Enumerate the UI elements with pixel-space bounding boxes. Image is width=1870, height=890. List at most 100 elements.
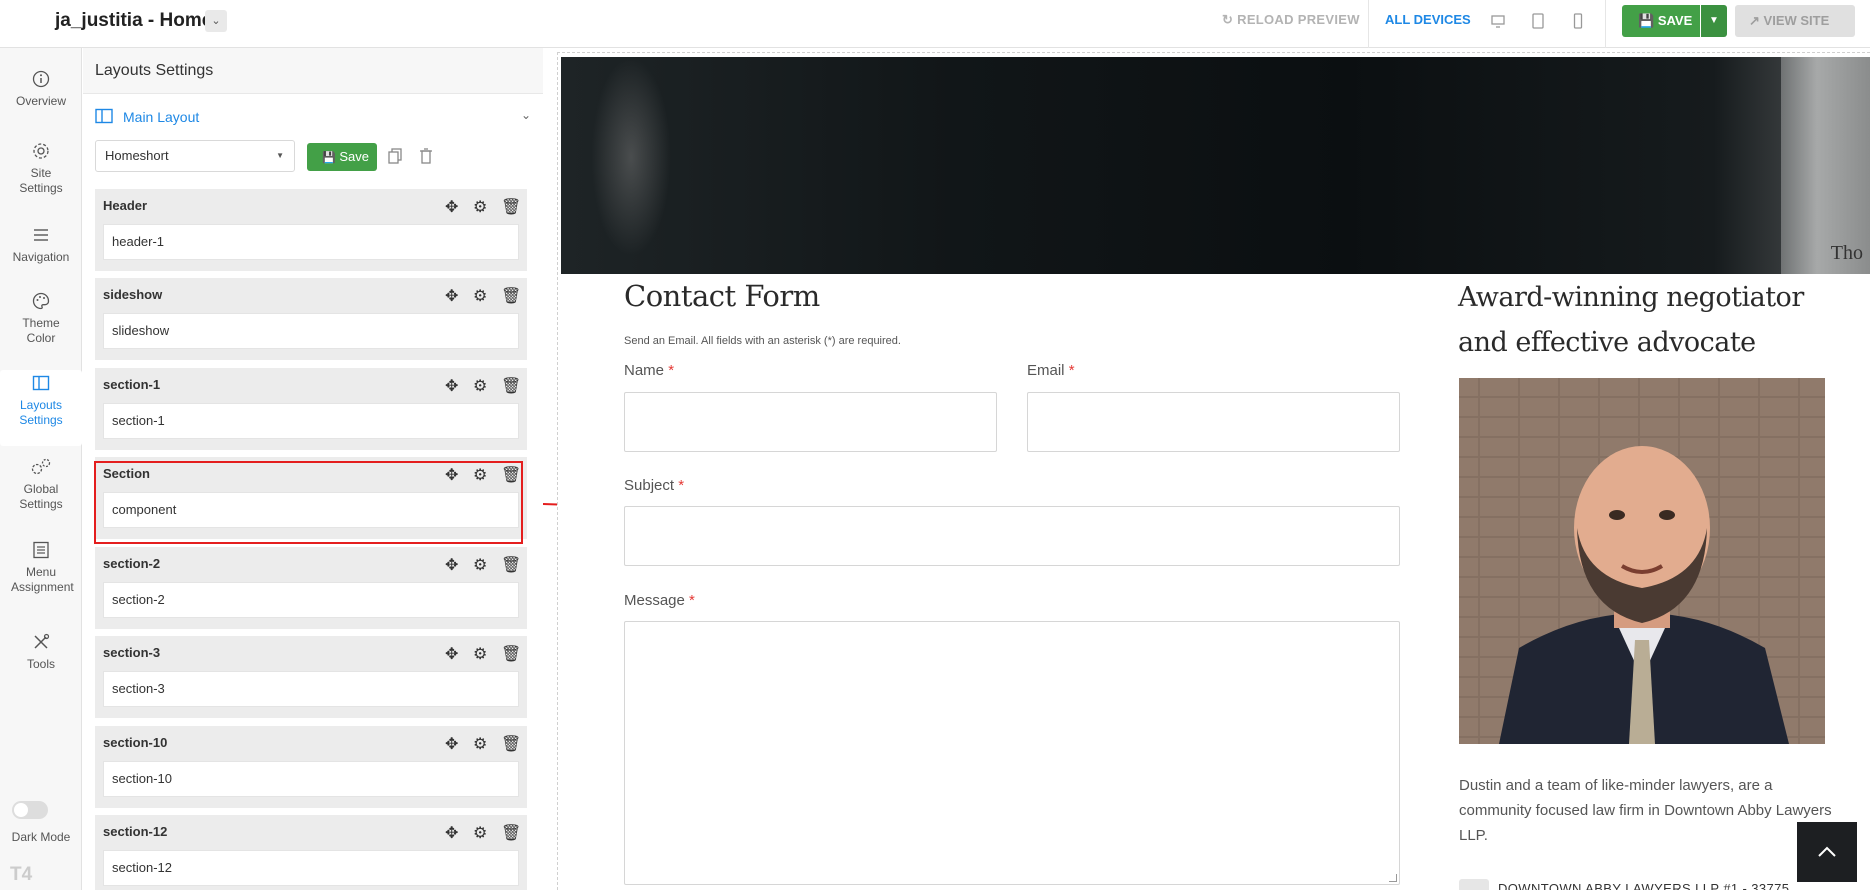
nav-item-site-settings[interactable]: Site Settings (0, 142, 82, 196)
nav-item-layouts-settings[interactable]: Layouts Settings (0, 370, 82, 446)
gear-icon (33, 143, 49, 159)
back-to-top-button[interactable] (1797, 822, 1857, 882)
section-name: section-10 (103, 735, 168, 750)
panel-title: Layouts Settings (95, 62, 214, 79)
nav-item-menu-assignment[interactable]: Menu Assignment (0, 541, 82, 595)
hero-banner: Tho (561, 57, 1870, 274)
main-layout-accordion[interactable]: Main Layout ⌄ (95, 106, 535, 130)
move-icon[interactable]: ✥ (445, 376, 459, 395)
nav-item-global-settings[interactable]: Global Settings (0, 458, 82, 512)
layout-save-label: Save (339, 149, 369, 164)
subject-input[interactable] (624, 506, 1400, 566)
resize-handle[interactable] (1389, 874, 1397, 882)
gear-icon[interactable]: ⚙ (473, 734, 487, 753)
trash-icon[interactable]: 🗑 (501, 197, 521, 216)
copy-icon[interactable] (388, 148, 402, 164)
layout-section-header[interactable]: Header ✥ ⚙ 🗑 header-1 (95, 189, 527, 271)
lawyer-portrait (1459, 378, 1825, 744)
gear-icon[interactable]: ⚙ (473, 823, 487, 842)
required-mark: * (668, 362, 675, 379)
trash-icon[interactable]: 🗑 (501, 644, 521, 663)
section-tools: ✥ ⚙ 🗑 (445, 286, 521, 305)
section-name: section-3 (103, 645, 161, 660)
move-icon[interactable]: ✥ (445, 555, 459, 574)
save-button[interactable]: 💾 SAVE (1622, 5, 1700, 37)
dark-mode-toggle[interactable] (12, 801, 48, 819)
reload-preview-button[interactable]: ↻ RELOAD PREVIEW (1222, 12, 1360, 28)
move-icon[interactable]: ✥ (445, 197, 459, 216)
nav-item-overview[interactable]: Overview (0, 70, 82, 109)
message-textarea[interactable] (624, 621, 1400, 885)
nav-label: Layouts Settings (19, 398, 63, 427)
save-dropdown-button[interactable]: ▼ (1701, 5, 1727, 37)
gear-icon[interactable]: ⚙ (473, 644, 487, 663)
section-value[interactable]: slideshow (103, 313, 519, 349)
name-input[interactable] (624, 392, 997, 452)
section-value[interactable]: header-1 (103, 224, 519, 260)
view-site-label: VIEW SITE (1763, 13, 1830, 28)
message-label: Message * (624, 592, 695, 609)
section-value[interactable]: section-1 (103, 403, 519, 439)
trash-icon[interactable] (419, 148, 433, 164)
layout-section-12[interactable]: section-12 ✥ ⚙ 🗑 section-12 (95, 815, 527, 890)
mobile-icon[interactable] (1571, 13, 1585, 29)
info-icon (32, 70, 50, 88)
gear-icon[interactable]: ⚙ (473, 555, 487, 574)
email-input[interactable] (1027, 392, 1400, 452)
gear-icon[interactable]: ⚙ (473, 286, 487, 305)
tools-icon (34, 633, 50, 649)
site-dropdown-button[interactable]: ⌄ (205, 10, 227, 32)
section-value[interactable]: section-12 (103, 850, 519, 886)
trash-icon[interactable]: 🗑 (501, 823, 521, 842)
name-label: Name * (624, 362, 674, 379)
view-site-button[interactable]: ↗ VIEW SITE (1735, 5, 1855, 37)
nav-label: Site Settings (19, 166, 63, 195)
move-icon[interactable]: ✥ (445, 644, 459, 663)
nav-label: Global Settings (19, 482, 63, 511)
move-icon[interactable]: ✥ (445, 286, 459, 305)
move-icon[interactable]: ✥ (445, 734, 459, 753)
subject-label-text: Subject (624, 477, 675, 494)
save-icon: 💾 (1638, 13, 1655, 28)
dark-mode-label: Dark Mode (11, 830, 71, 844)
gear-icon[interactable]: ⚙ (473, 197, 487, 216)
layout-section-3[interactable]: section-3 ✥ ⚙ 🗑 section-3 (95, 636, 527, 718)
section-tools: ✥ ⚙ 🗑 (445, 823, 521, 842)
required-mark: * (678, 477, 685, 494)
trash-icon[interactable]: 🗑 (501, 555, 521, 574)
layout-select[interactable]: Homeshort ▼ (95, 140, 295, 172)
layout-section-slideshow[interactable]: sideshow ✥ ⚙ 🗑 slideshow (95, 278, 527, 360)
section-highlight-box (94, 461, 523, 544)
save-icon: 💾 (322, 152, 336, 164)
gear-icon[interactable]: ⚙ (473, 376, 487, 395)
nav-item-theme-color[interactable]: Theme Color (0, 292, 82, 346)
top-bar: ja_justitia - Home ⌄ ↻ RELOAD PREVIEW AL… (0, 0, 1870, 48)
layout-section-10[interactable]: section-10 ✥ ⚙ 🗑 section-10 (95, 726, 527, 808)
nav-label: Tools (26, 657, 55, 671)
section-tools: ✥ ⚙ 🗑 (445, 555, 521, 574)
trash-icon[interactable]: 🗑 (501, 734, 521, 753)
nav-item-navigation[interactable]: Navigation (0, 226, 82, 265)
section-value[interactable]: section-10 (103, 761, 519, 797)
move-icon[interactable]: ✥ (445, 823, 459, 842)
contact-form-subtitle: Send an Email. All fields with an asteri… (624, 335, 901, 347)
tablet-icon[interactable] (1531, 13, 1545, 29)
section-value[interactable]: section-2 (103, 582, 519, 618)
section-name: section-2 (103, 556, 161, 571)
required-mark: * (1068, 362, 1075, 379)
main-layout-label: Main Layout (123, 109, 200, 125)
save-label: SAVE (1657, 13, 1693, 28)
layout-section-1[interactable]: section-1 ✥ ⚙ 🗑 section-1 (95, 368, 527, 450)
required-mark: * (689, 592, 695, 609)
section-name: section-1 (103, 377, 161, 392)
nav-item-tools[interactable]: Tools (0, 633, 82, 672)
trash-icon[interactable]: 🗑 (501, 376, 521, 395)
desktop-icon[interactable] (1491, 13, 1505, 29)
all-devices-button[interactable]: ALL DEVICES (1385, 12, 1471, 27)
section-value[interactable]: section-3 (103, 671, 519, 707)
trash-icon[interactable]: 🗑 (501, 286, 521, 305)
layout-section-2[interactable]: section-2 ✥ ⚙ 🗑 section-2 (95, 547, 527, 629)
layout-save-button[interactable]: 💾 Save (307, 143, 377, 171)
nav-label: Navigation (12, 250, 70, 264)
nav-label: Menu Assignment (11, 565, 74, 594)
